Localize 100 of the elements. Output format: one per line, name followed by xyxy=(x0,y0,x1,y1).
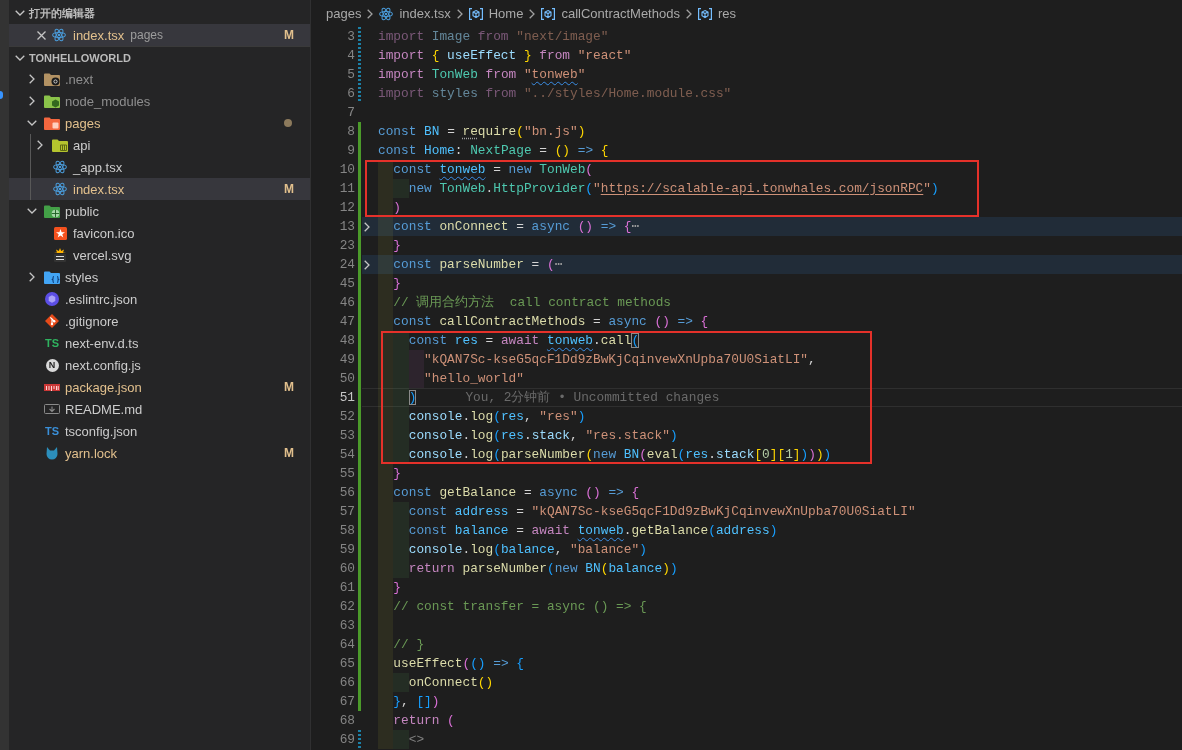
chevron-icon xyxy=(456,8,463,19)
file-tree-item[interactable]: TS next-env.d.ts xyxy=(9,332,310,354)
git-blame-text: You, 2分钟前 • Uncommitted changes xyxy=(465,390,720,405)
line-number: 50 xyxy=(338,371,355,386)
line-number: 8 xyxy=(346,124,355,139)
code-line: useEffect(() => { xyxy=(393,656,524,671)
chevron-icon xyxy=(529,8,536,19)
code-line: onConnect() xyxy=(408,675,494,690)
code-line: new TonWeb.HttpProvider("https://scalable-api.tonwhales.com/jsonRPC") xyxy=(408,181,939,196)
ts-icon: TS xyxy=(44,337,60,349)
code-line: const parseNumber = (⋯ xyxy=(393,257,563,272)
git-status-text: M xyxy=(284,380,294,394)
code-line: const onConnect = async () => {⋯ xyxy=(393,219,640,234)
line-number: 54 xyxy=(338,447,355,462)
line-number: 65 xyxy=(338,656,355,671)
chevron-icon[interactable] xyxy=(364,221,370,232)
bracket-cube-icon xyxy=(697,7,712,20)
code-line: "hello_world" xyxy=(424,371,524,386)
folder-tree-item[interactable]: node_modules xyxy=(9,90,310,112)
line-number: 6 xyxy=(346,86,355,101)
file-tree-item[interactable]: .eslintrc.json xyxy=(9,288,310,310)
line-number: 48 xyxy=(338,333,355,348)
change-bar xyxy=(358,730,361,749)
atom-icon xyxy=(379,6,394,21)
folder-icon xyxy=(52,138,68,152)
code-line: import styles from "../styles/Home.module.css" xyxy=(378,86,732,101)
open-editor-item[interactable]: index.tsx pages M xyxy=(9,24,310,46)
line-number: 63 xyxy=(338,618,355,633)
code-line: console.log(parseNumber(new BN(eval(res.stack[0][1])))) xyxy=(408,447,832,462)
line-number: 56 xyxy=(338,485,355,500)
chevron-icon xyxy=(367,8,374,19)
folder-tree-item[interactable]: api xyxy=(9,134,310,156)
folder-tree-item[interactable]: styles xyxy=(9,266,310,288)
chevron-icon[interactable] xyxy=(37,140,43,150)
line-number: 53 xyxy=(338,428,355,443)
breadcrumb-item[interactable]: res xyxy=(697,6,736,21)
code-line: const res = await tonweb.call( xyxy=(408,333,640,348)
code-line: "kQAN7Sc-kseG5qcF1Dd9zBwKjCqinvewXnUpba70U0SiatLI", xyxy=(424,352,816,367)
line-number: 66 xyxy=(338,675,355,690)
chevron-icon[interactable] xyxy=(29,272,35,282)
line-number: 67 xyxy=(338,694,355,709)
breadcrumb-item[interactable]: pages xyxy=(326,6,362,21)
code-line: }, []) xyxy=(393,694,440,709)
line-number: 68 xyxy=(338,713,355,728)
chevron-icon[interactable] xyxy=(29,96,35,106)
code-line: const balance = await tonweb.getBalance(address) xyxy=(408,523,778,538)
code-line: // 调用合约方法 call contract methods xyxy=(393,295,671,310)
code-line: } xyxy=(393,238,402,253)
chevron-icon[interactable] xyxy=(27,208,37,214)
folder-tree-item[interactable]: pages xyxy=(9,112,310,134)
code-line: ) xyxy=(393,200,402,215)
code-line: <> xyxy=(408,732,425,747)
chevron-icon[interactable] xyxy=(364,259,370,270)
section-header[interactable]: 打开的编辑器 xyxy=(9,2,310,24)
hexagon-icon xyxy=(45,292,59,306)
git-status-text: M xyxy=(284,182,294,196)
star-icon xyxy=(53,226,67,240)
file-tree-item[interactable]: yarn.lock M xyxy=(9,442,310,464)
line-number: 59 xyxy=(338,542,355,557)
close-icon[interactable] xyxy=(36,30,46,40)
file-tree-item[interactable]: README.md xyxy=(9,398,310,420)
file-tree-item[interactable]: index.tsx M xyxy=(9,178,310,200)
code-line: return ( xyxy=(393,713,455,728)
arrow-box-icon xyxy=(44,404,60,414)
file-tree-item[interactable]: N next.config.js xyxy=(9,354,310,376)
code-line: // } xyxy=(393,637,425,652)
chevron-icon[interactable] xyxy=(27,120,37,126)
breadcrumb-item[interactable]: index.tsx xyxy=(379,6,451,21)
line-number: 60 xyxy=(338,561,355,576)
line-number: 10 xyxy=(338,162,355,177)
breadcrumb-item[interactable]: callContractMethods xyxy=(541,6,680,21)
folder-icon xyxy=(44,270,60,284)
code-line: const Home: NextPage = () => { xyxy=(378,143,609,158)
folder-tree-item[interactable]: .next xyxy=(9,68,310,90)
line-number: 52 xyxy=(338,409,355,424)
folder-icon xyxy=(44,72,60,86)
breadcrumb-item[interactable]: Home xyxy=(468,6,524,21)
section-header[interactable]: TONHELLOWORLD xyxy=(9,46,310,68)
file-tree-item[interactable]: .gitignore xyxy=(9,310,310,332)
line-number: 51 xyxy=(338,390,355,405)
file-tree-item[interactable]: _app.tsx xyxy=(9,156,310,178)
line-number: 13 xyxy=(338,219,355,234)
chevron-icon[interactable] xyxy=(29,74,35,84)
chevron-icon[interactable] xyxy=(15,54,25,61)
file-tree-item[interactable]: vercel.svg xyxy=(9,244,310,266)
line-number: 7 xyxy=(346,105,355,120)
file-tree-item[interactable]: package.json M xyxy=(9,376,310,398)
file-tree-item[interactable]: TS tsconfig.json xyxy=(9,420,310,442)
chevron-icon[interactable] xyxy=(15,10,25,16)
folder-icon xyxy=(44,94,60,108)
line-number: 5 xyxy=(346,67,355,82)
line-number: 58 xyxy=(338,523,355,538)
line-number: 4 xyxy=(346,48,355,63)
bracket-cube-icon xyxy=(468,7,483,20)
code-line: const address = "kQAN7Sc-kseG5qcF1Dd9zBwKjCqinvewXnUpba70U0SiatLI" xyxy=(408,504,916,519)
folder-tree-item[interactable]: public xyxy=(9,200,310,222)
line-number: 55 xyxy=(338,466,355,481)
folder-path-text: pages xyxy=(130,28,163,42)
code-link[interactable]: https://scalable-api.tonwhales.com/jsonRPC xyxy=(600,181,924,196)
file-tree-item[interactable]: favicon.ico xyxy=(9,222,310,244)
